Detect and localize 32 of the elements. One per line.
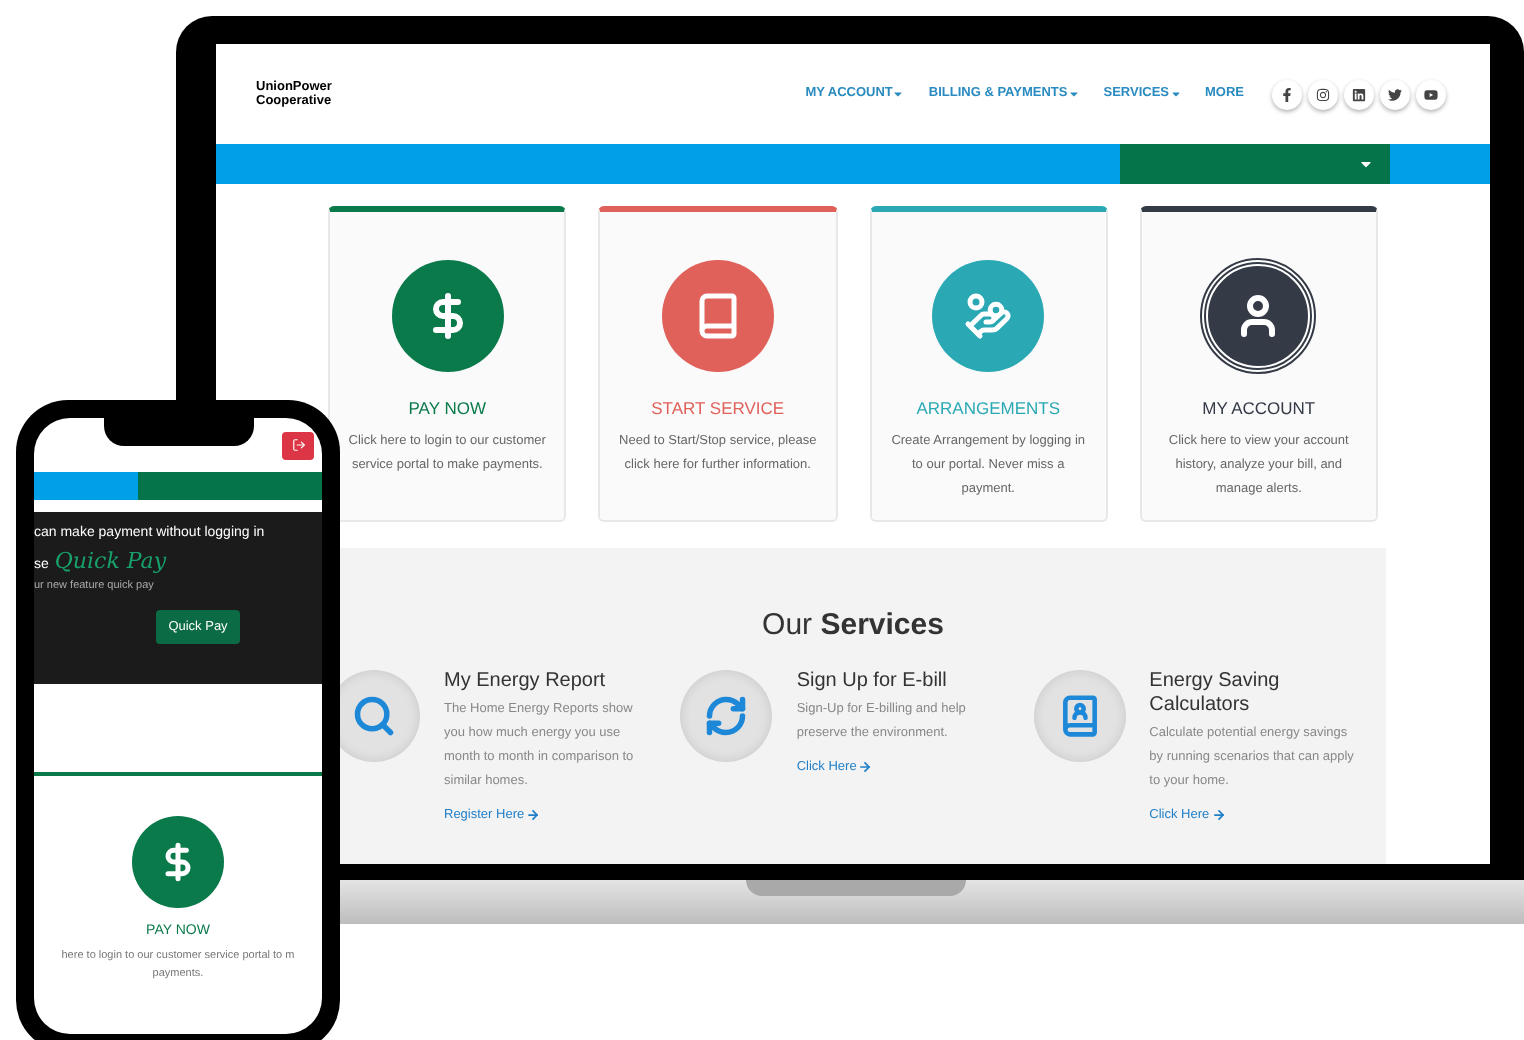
facebook-icon: [1280, 87, 1294, 101]
youtube-icon: [1424, 87, 1438, 101]
service-title: Energy Saving Calculators: [1149, 669, 1282, 717]
card-title: PAY NOW: [408, 396, 486, 422]
twitter-button[interactable]: [1380, 79, 1410, 109]
quick-pay-script: Quick Pay: [54, 545, 167, 577]
hand-coin-icon: [964, 292, 1013, 340]
card-title: START SERVICE: [651, 396, 785, 422]
instagram-button[interactable]: [1308, 79, 1338, 109]
service-title: Sign Up for E-bill: [796, 669, 949, 693]
search-icon: [352, 693, 396, 737]
youtube-button[interactable]: [1416, 79, 1446, 109]
instagram-icon: [1316, 87, 1330, 101]
circular-arrows-icon: [704, 693, 749, 737]
card-title: ARRANGEMENTS: [916, 396, 1061, 422]
arrow-icon: [526, 807, 541, 822]
caret-icon: [1358, 156, 1374, 172]
arrow-icon: [858, 759, 873, 774]
service-title: My Energy Report: [444, 669, 608, 693]
arrow-icon: [1211, 807, 1226, 822]
facebook-button[interactable]: [1272, 79, 1302, 109]
twitter-icon: [1388, 87, 1402, 101]
section-title: Our Services: [760, 606, 946, 646]
logout-button[interactable]: [282, 431, 314, 459]
logout-icon: [291, 438, 305, 452]
card-title: MY ACCOUNT: [1202, 396, 1316, 422]
caret-icon: [1169, 88, 1181, 100]
caret-icon: [892, 88, 905, 100]
caret-icon: [1067, 88, 1080, 100]
linkedin-button[interactable]: [1344, 79, 1374, 109]
contact-book-icon: [1057, 693, 1102, 737]
linkedin-icon: [1352, 87, 1366, 101]
